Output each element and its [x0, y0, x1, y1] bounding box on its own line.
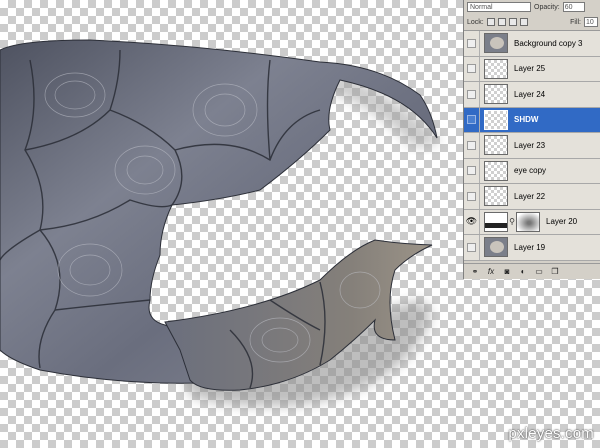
fill-label: Fill:: [570, 18, 581, 26]
layer-row[interactable]: Layer 25: [464, 56, 600, 82]
mask-icon[interactable]: ◙: [502, 267, 512, 276]
layer-thumbnail: [484, 135, 508, 156]
opacity-field[interactable]: 60: [562, 2, 585, 12]
adjustment-icon[interactable]: ◐: [518, 267, 528, 276]
layer-thumbnail: [484, 58, 508, 79]
blend-opacity-row: Normal Opacity: 60: [464, 0, 600, 14]
layer-row[interactable]: Layer 24: [464, 82, 600, 108]
layer-name: Layer 20: [546, 217, 578, 227]
visibility-toggle[interactable]: [464, 235, 480, 260]
layer-list: Background copy 3 Layer 25 Layer 24 SHDW Lay…: [464, 31, 600, 261]
opacity-label: Opacity:: [534, 3, 560, 11]
layer-name: Background copy 3: [514, 38, 583, 48]
watermark: pxleyes.com: [508, 425, 594, 442]
layer-thumbnail: [484, 84, 508, 105]
lock-transparent-icon[interactable]: [486, 18, 495, 26]
new-layer-icon[interactable]: ❐: [550, 267, 560, 276]
lock-all-icon[interactable]: [519, 18, 528, 26]
layer-thumbnail: [484, 160, 508, 181]
layer-thumbnail: [484, 211, 508, 232]
layer-thumbnail: [484, 237, 508, 258]
layer-thumbnail: [484, 109, 508, 130]
lock-position-icon[interactable]: [508, 18, 517, 26]
layer-row[interactable]: Layer 19: [464, 235, 600, 261]
layer-row[interactable]: Layer 22: [464, 184, 600, 210]
fx-icon[interactable]: fx: [486, 267, 496, 276]
lock-image-icon[interactable]: [497, 18, 506, 26]
lock-fill-row: Lock: Fill: 10: [464, 14, 600, 31]
visibility-toggle[interactable]: [464, 133, 480, 158]
blend-mode-dropdown[interactable]: Normal: [467, 2, 531, 12]
visibility-toggle[interactable]: [464, 31, 480, 56]
layer-name: Layer 23: [514, 140, 546, 150]
visibility-toggle[interactable]: [464, 107, 480, 132]
layer-thumbnail: [484, 33, 508, 54]
layer-row[interactable]: SHDW: [464, 107, 600, 133]
layer-name: Layer 19: [514, 242, 546, 252]
visibility-toggle[interactable]: [464, 158, 480, 183]
layer-name: Layer 24: [514, 89, 546, 99]
layer-row[interactable]: 👁︎ ⚲ Layer 20: [464, 209, 600, 235]
link-icon[interactable]: ⚭: [470, 267, 480, 276]
layer-name: Layer 22: [514, 191, 546, 201]
folder-icon[interactable]: ▭: [534, 267, 544, 276]
layers-panel: Normal Opacity: 60 Lock: Fill: 10 Backgr…: [463, 0, 600, 279]
mask-link-icon[interactable]: ⚲: [509, 217, 515, 226]
layer-thumbnail: [484, 186, 508, 207]
layer-name: eye copy: [514, 166, 547, 176]
visibility-toggle[interactable]: [464, 184, 480, 209]
layer-name: Layer 25: [514, 64, 546, 74]
lock-label: Lock:: [467, 18, 484, 26]
layer-name: SHDW: [514, 115, 539, 125]
layer-panel-toolbar: ⚭ fx ◙ ◐ ▭ ❐: [464, 263, 600, 279]
visibility-toggle[interactable]: [464, 82, 480, 107]
layer-mask-thumbnail[interactable]: [516, 211, 540, 232]
layer-row[interactable]: Layer 23: [464, 133, 600, 159]
layer-row[interactable]: eye copy: [464, 158, 600, 184]
fill-field[interactable]: 10: [584, 17, 598, 27]
layer-row[interactable]: Background copy 3: [464, 31, 600, 57]
eye-icon[interactable]: 👁︎: [464, 209, 480, 234]
visibility-toggle[interactable]: [464, 56, 480, 81]
